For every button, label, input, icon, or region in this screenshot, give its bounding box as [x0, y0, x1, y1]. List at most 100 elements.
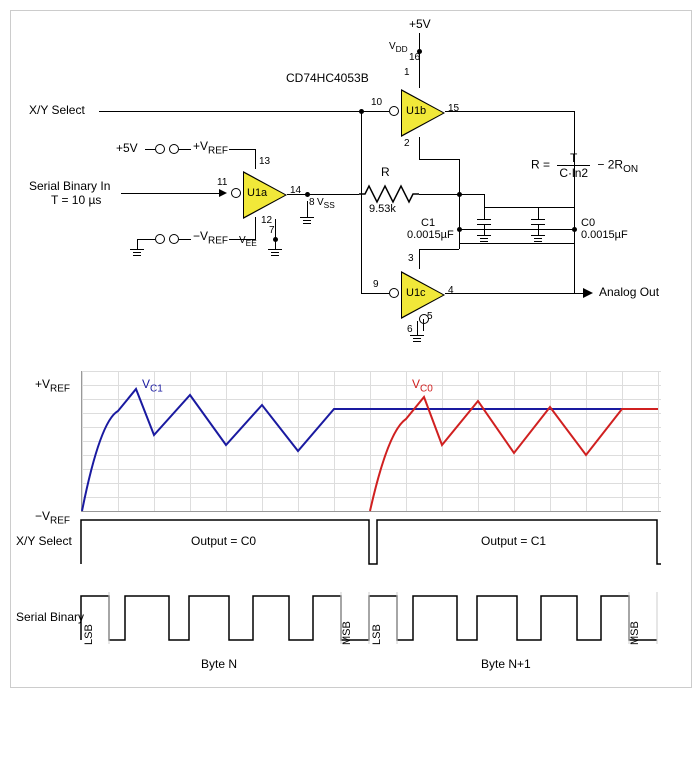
wire — [484, 225, 485, 235]
byte-labels: Byte N Byte N+1 — [81, 657, 661, 677]
plus5v-label: +5V — [116, 141, 138, 155]
serial-binary-timing-label: Serial Binary — [16, 610, 84, 624]
terminal-icon — [155, 144, 165, 154]
output-c1-label: Output = C1 — [481, 534, 546, 548]
wire — [419, 194, 459, 195]
arrow-icon — [583, 288, 593, 298]
wire — [574, 243, 575, 293]
figure-container: +5V VDD 16 CD74HC4053B U1b 1 15 2 10 X/Y… — [10, 10, 692, 688]
wire — [255, 149, 256, 169]
r-label: R — [381, 165, 390, 179]
wire — [145, 149, 155, 150]
c0-value: 0.0015µF — [581, 229, 628, 241]
pin-7: 7 — [269, 225, 275, 236]
wire — [459, 194, 484, 195]
wire — [484, 207, 574, 208]
wire — [459, 229, 574, 230]
pin-10: 10 — [371, 97, 382, 108]
pin-8: 8 — [309, 197, 315, 208]
wire — [445, 293, 585, 294]
pin-circle-icon — [389, 106, 399, 116]
xy-select-waveform — [81, 512, 661, 572]
lsb-label: LSB — [371, 624, 383, 645]
msb-label: MSB — [341, 621, 353, 645]
traces-svg — [82, 371, 662, 511]
grid-area: VC1 VC0 — [81, 371, 661, 512]
vdd-label: VDD — [389, 41, 408, 54]
c0-label: C0 — [581, 217, 595, 229]
output-c0-label: Output = C0 — [191, 534, 256, 548]
schematic: +5V VDD 16 CD74HC4053B U1b 1 15 2 10 X/Y… — [11, 11, 691, 361]
y-bot-label: −VREF — [35, 509, 70, 526]
wire — [419, 137, 420, 159]
junction-dot — [417, 49, 422, 54]
wire — [419, 66, 420, 88]
u1b-label: U1b — [406, 105, 426, 117]
pin-circle-icon — [231, 188, 241, 198]
vee-label: VEE — [239, 235, 257, 248]
wire — [484, 194, 485, 207]
lsb-label: LSB — [83, 624, 95, 645]
byte-n-label: Byte N — [201, 657, 237, 671]
pin-3: 3 — [408, 253, 414, 264]
pin-9: 9 — [373, 279, 379, 290]
wire — [417, 321, 418, 335]
serial-binary-timing: Serial Binary LSB MSB LSB MSB — [81, 588, 661, 652]
wire — [229, 149, 256, 150]
pin-11: 11 — [217, 177, 227, 188]
wire — [423, 319, 424, 331]
pin-1: 1 — [404, 67, 410, 78]
terminal-icon — [155, 234, 165, 244]
supply-5v-label: +5V — [409, 17, 431, 31]
wire — [419, 249, 459, 250]
junction-dot — [305, 192, 310, 197]
pin-circle-icon — [419, 314, 429, 324]
analog-out-label: Analog Out — [599, 285, 659, 299]
resistor-icon — [359, 186, 419, 202]
pin-13: 13 — [259, 156, 270, 167]
wire — [361, 111, 362, 293]
serial-in-label2: T = 10 µs — [51, 193, 101, 207]
junction-dot — [273, 237, 278, 242]
wire — [419, 249, 420, 269]
ground-icon — [300, 217, 314, 227]
plus-vref-label: +VREF — [193, 139, 228, 156]
wire — [287, 194, 359, 195]
serial-in-label1: Serial Binary In — [29, 179, 110, 193]
wire — [538, 225, 539, 235]
wire — [179, 149, 191, 150]
c1-label: C1 — [421, 217, 435, 229]
wire — [419, 159, 459, 160]
u1c-label: U1c — [406, 287, 426, 299]
xy-select-label: X/Y Select — [29, 103, 85, 117]
terminal-icon — [169, 234, 179, 244]
formula: R = T C·ln2 − 2RON — [531, 151, 638, 180]
xy-select-timing-label: X/Y Select — [16, 534, 72, 548]
arrow-icon — [219, 189, 227, 197]
pin-6: 6 — [407, 324, 413, 335]
xy-select-timing: X/Y Select Output = C0 Output = C1 — [81, 512, 661, 572]
wire — [445, 111, 575, 112]
c1-value: 0.0015µF — [407, 229, 454, 241]
wire — [307, 201, 308, 217]
y-top-label: +VREF — [35, 377, 70, 394]
pin-4: 4 — [448, 285, 454, 296]
wire — [275, 219, 276, 249]
minus-vref-label: −VREF — [193, 229, 228, 246]
vss-label: VSS — [317, 197, 335, 210]
pin-2: 2 — [404, 138, 410, 149]
byte-n1-label: Byte N+1 — [481, 657, 531, 671]
ground-icon — [268, 249, 282, 259]
wire — [538, 207, 539, 219]
terminal-icon — [169, 144, 179, 154]
ic-partnumber: CD74HC4053B — [286, 71, 369, 85]
ground-icon — [410, 335, 424, 345]
pin-15: 15 — [448, 103, 459, 114]
wire — [484, 207, 485, 219]
wire — [179, 239, 191, 240]
wire — [137, 239, 138, 249]
voltage-graph: +VREF −VREF VC1 VC0 — [11, 371, 691, 512]
wire — [361, 293, 389, 294]
wire — [121, 193, 221, 194]
wire — [137, 239, 155, 240]
